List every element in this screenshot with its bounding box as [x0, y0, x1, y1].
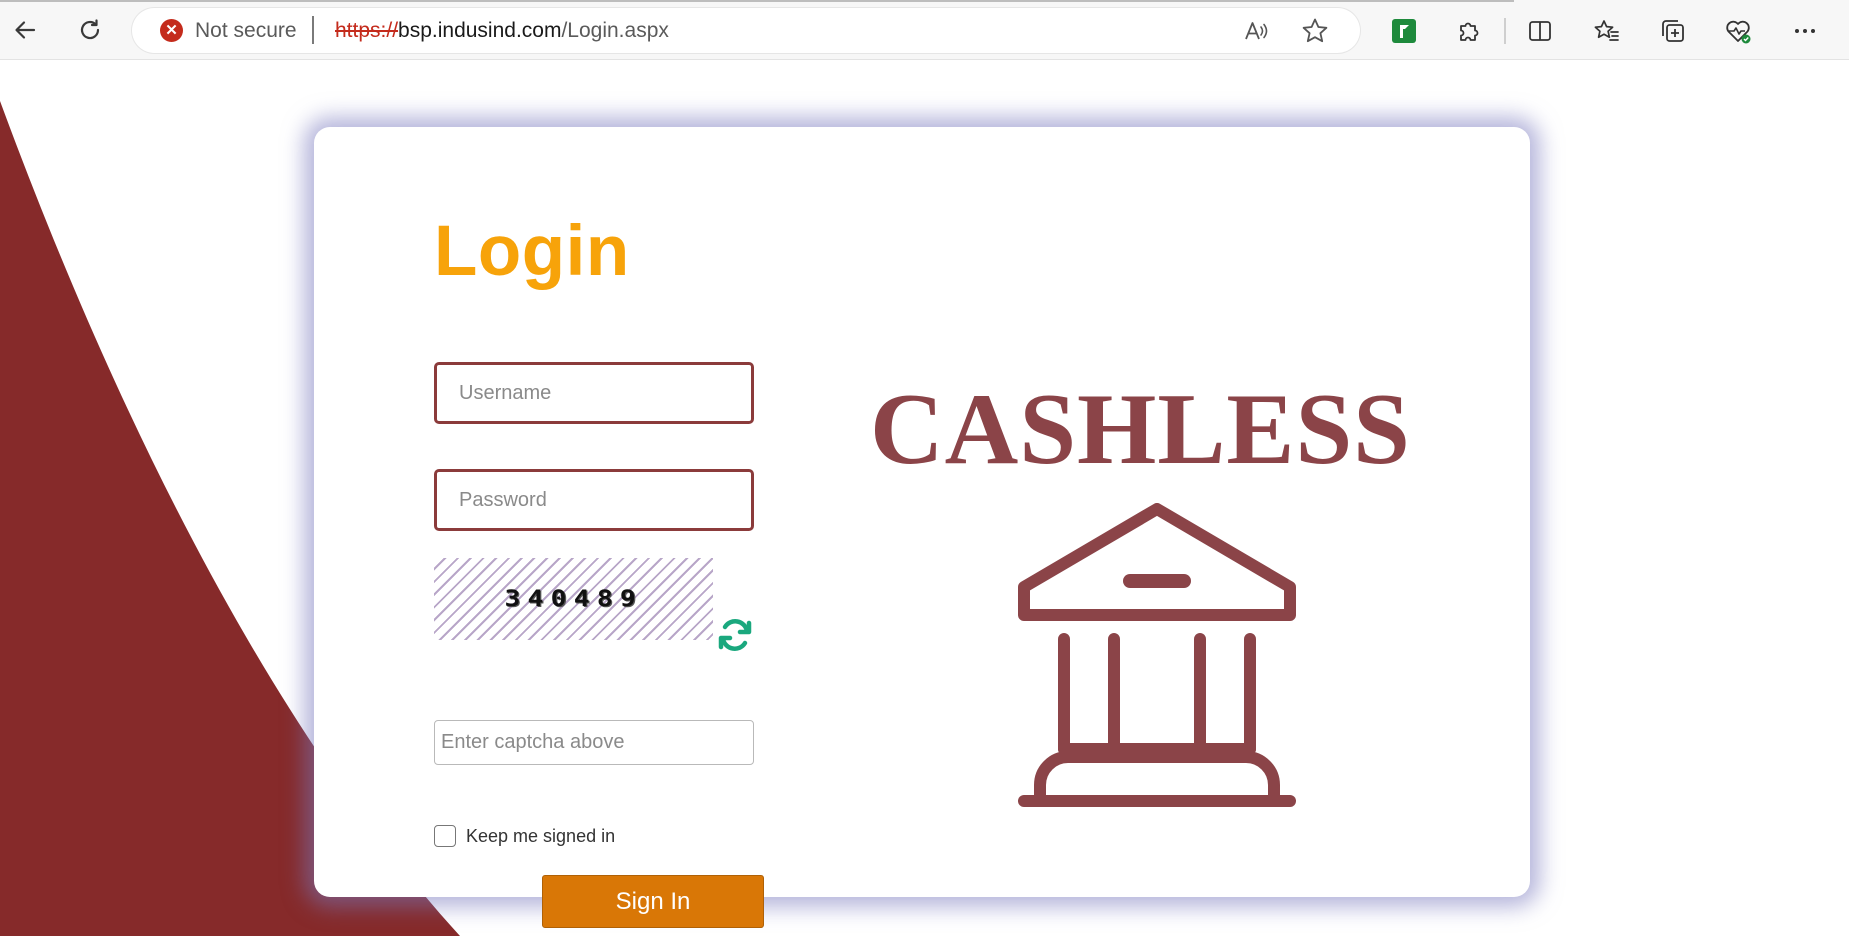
bank-icon	[1018, 503, 1296, 807]
back-arrow-icon	[15, 21, 36, 39]
more-options-button[interactable]	[1785, 11, 1825, 51]
browser-essentials-button[interactable]	[1718, 11, 1758, 51]
page-content: Login 340489 Keep me signed in Sign In C…	[0, 61, 1849, 936]
split-screen-button[interactable]	[1520, 11, 1560, 51]
heart-pulse-icon	[1726, 20, 1751, 44]
favorites-list-icon	[1594, 20, 1619, 41]
username-field[interactable]	[434, 362, 754, 424]
login-card: Login 340489 Keep me signed in Sign In C…	[314, 127, 1530, 928]
refresh-button[interactable]	[67, 7, 113, 53]
captcha-refresh-icon[interactable]	[716, 616, 754, 654]
toolbar-separator	[1504, 18, 1506, 44]
captcha-image: 340489	[434, 558, 713, 640]
green-extension-icon	[1392, 19, 1416, 43]
browser-toolbar: ✕ Not secure https://bsp.indusind.com/Lo…	[0, 0, 1849, 60]
url-scheme: https://	[335, 19, 399, 42]
extension-green-icon[interactable]	[1384, 11, 1424, 51]
keep-signed-in-checkbox[interactable]	[434, 825, 456, 847]
not-secure-icon[interactable]: ✕	[160, 19, 183, 42]
collections-button[interactable]	[1653, 11, 1693, 51]
security-status[interactable]: Not secure	[195, 19, 297, 43]
keep-signed-in-row[interactable]: Keep me signed in	[434, 825, 615, 847]
address-separator	[312, 16, 314, 44]
cashless-wordmark: CASHLESS	[870, 373, 1411, 486]
address-bar[interactable]: ✕ Not secure https://bsp.indusind.com/Lo…	[132, 8, 1360, 53]
password-field[interactable]	[434, 469, 754, 531]
read-aloud-icon[interactable]	[1240, 15, 1272, 47]
back-button[interactable]	[2, 7, 48, 53]
url-path: /Login.aspx	[561, 19, 669, 42]
page-load-progress	[0, 0, 1514, 2]
captcha-input[interactable]	[434, 720, 754, 765]
url-text[interactable]: https://bsp.indusind.com/Login.aspx	[335, 19, 669, 43]
login-title: Login	[434, 212, 630, 291]
keep-signed-in-label[interactable]: Keep me signed in	[466, 826, 615, 847]
favorites-button[interactable]	[1587, 11, 1627, 51]
collections-icon	[1662, 20, 1684, 42]
puzzle-icon	[1460, 22, 1479, 41]
extensions-button[interactable]	[1449, 11, 1489, 51]
favorite-star-icon[interactable]	[1299, 15, 1331, 47]
refresh-icon	[80, 19, 100, 40]
more-dots-icon	[1795, 29, 1815, 33]
captcha-code: 340489	[504, 586, 643, 612]
sign-in-button[interactable]: Sign In	[542, 875, 764, 928]
url-host: bsp.indusind.com	[398, 19, 562, 42]
split-screen-icon	[1529, 21, 1551, 41]
